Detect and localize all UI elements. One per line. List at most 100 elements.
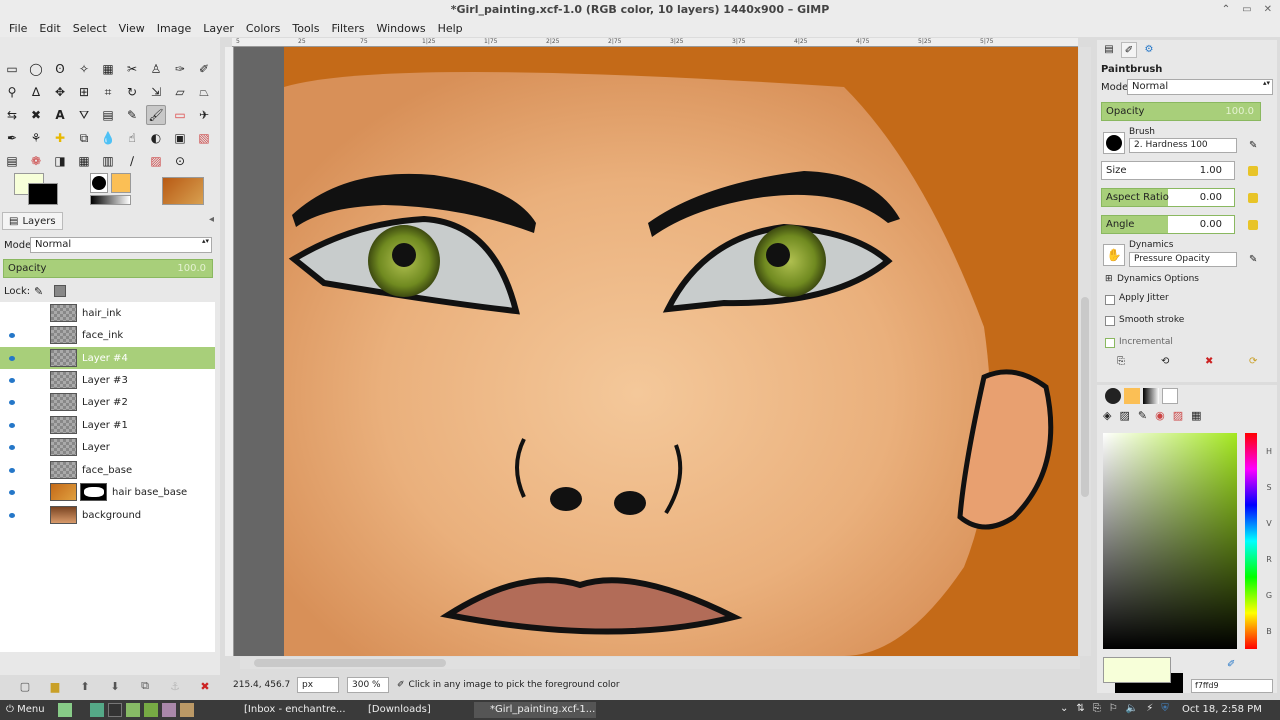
delete-layer-icon[interactable]: ✖ <box>190 680 220 693</box>
zoom-icon[interactable]: ⚲ <box>2 82 22 102</box>
launcher-2-icon[interactable] <box>144 703 158 717</box>
menu-tools[interactable]: Tools <box>287 20 324 37</box>
fuzzy-select-icon[interactable]: ✧ <box>74 59 94 79</box>
channel-v[interactable]: V <box>1263 519 1275 528</box>
cmyk-selector-icon[interactable]: ▨ <box>1119 409 1129 422</box>
color-dock-icon[interactable]: ▨ <box>146 151 166 171</box>
images-icon[interactable]: ▦ <box>74 151 94 171</box>
tray-power-icon[interactable]: ⚡ <box>1146 703 1153 714</box>
smudge-icon[interactable]: ☝ <box>122 128 142 148</box>
triangle-selector-icon[interactable]: ✎ <box>1138 409 1147 422</box>
patterns-tab-icon[interactable] <box>1124 388 1140 404</box>
layer-row-face-ink[interactable]: face_ink <box>0 324 215 346</box>
cage-icon[interactable]: ✖ <box>26 105 46 125</box>
background-color-swatch[interactable] <box>28 183 58 205</box>
terminal-icon[interactable] <box>108 703 122 717</box>
unit-select[interactable]: px <box>297 677 339 693</box>
image-canvas[interactable] <box>284 47 1078 656</box>
tray-update-icon[interactable]: ⎘ <box>1093 703 1101 714</box>
launcher-1-icon[interactable] <box>90 703 104 717</box>
channel-b[interactable]: B <box>1263 627 1275 636</box>
vertical-scroll-thumb[interactable] <box>1081 297 1089 497</box>
task-downloads[interactable]: [Downloads] <box>352 702 470 718</box>
size-reset-icon[interactable] <box>1248 166 1258 176</box>
horizontal-scrollbar[interactable] <box>240 657 1080 669</box>
show-desktop-icon[interactable] <box>58 703 72 717</box>
menu-filters[interactable]: Filters <box>326 20 369 37</box>
scale-icon[interactable]: ⇲ <box>146 82 166 102</box>
menu-select[interactable]: Select <box>68 20 112 37</box>
layer-row-layer[interactable]: Layer <box>0 436 215 458</box>
layer-mask-icon[interactable]: ▣ <box>170 128 190 148</box>
launcher-4-icon[interactable] <box>180 703 194 717</box>
perspective-clone-icon[interactable]: ⧉ <box>74 128 94 148</box>
layer-row-layer-3[interactable]: Layer #3 <box>0 369 215 391</box>
blend-icon[interactable]: ▤ <box>98 105 118 125</box>
menu-edit[interactable]: Edit <box>34 20 65 37</box>
channels-icon[interactable]: ▤ <box>2 151 22 171</box>
paint-mode-select[interactable]: Normal <box>1127 79 1273 95</box>
color-picker-icon[interactable]: ✐ <box>194 59 214 79</box>
new-layer-icon[interactable]: ▢ <box>10 680 40 693</box>
tray-notify-icon[interactable]: ⚐ <box>1109 703 1118 714</box>
fonts-icon[interactable]: ◨ <box>50 151 70 171</box>
airbrush-icon[interactable]: ✈ <box>194 105 214 125</box>
brush-swatch[interactable] <box>90 173 108 193</box>
visibility-eye-icon[interactable] <box>9 399 15 405</box>
minimize-button[interactable]: ⌃ <box>1222 0 1230 20</box>
tool-options-icon[interactable]: ▥ <box>98 151 118 171</box>
task-inbox[interactable]: [Inbox - enchantre... <box>228 702 350 718</box>
brush-preview[interactable] <box>1103 132 1125 154</box>
fg-bg-tab-icon[interactable] <box>1162 388 1178 404</box>
palette-foreground-swatch[interactable] <box>1103 657 1171 683</box>
tray-shield-icon[interactable]: ⛨ <box>1161 703 1169 714</box>
shear-icon[interactable]: ▱ <box>170 82 190 102</box>
blur-icon[interactable]: 💧 <box>98 128 118 148</box>
pattern-swatch[interactable] <box>111 173 131 193</box>
layer-mask-thumbnail[interactable] <box>80 483 107 501</box>
tray-volume-icon[interactable]: 🔈 <box>1126 703 1138 714</box>
visibility-eye-icon[interactable] <box>9 332 15 338</box>
clone-icon[interactable]: ⚘ <box>26 128 46 148</box>
menu-help[interactable]: Help <box>433 20 468 37</box>
menu-windows[interactable]: Windows <box>371 20 430 37</box>
foreground-select-icon[interactable]: ♙ <box>146 59 166 79</box>
layer-row-hair-ink[interactable]: hair_ink <box>0 302 215 324</box>
text-icon[interactable]: A <box>50 105 70 125</box>
patterns-icon[interactable]: ▧ <box>194 128 214 148</box>
visibility-eye-icon[interactable] <box>9 422 15 428</box>
visibility-eye-icon[interactable] <box>9 512 15 518</box>
angle-slider[interactable]: Angle 0.00 <box>1101 215 1235 234</box>
bucket-fill-icon[interactable]: ⛛ <box>74 105 94 125</box>
layers-tab[interactable]: ▤ Layers <box>2 212 63 230</box>
crop-icon[interactable]: ⌗ <box>98 82 118 102</box>
layer-opacity-slider[interactable]: Opacity 100.0 <box>3 259 213 278</box>
maximize-button[interactable]: ▭ <box>1242 0 1251 20</box>
heal-icon[interactable]: ✚ <box>50 128 70 148</box>
zoom-select[interactable]: 300 % <box>347 677 389 693</box>
tray-network-icon[interactable]: ⇅ <box>1076 703 1084 714</box>
brush-name-field[interactable]: 2. Hardness 100 <box>1129 138 1237 153</box>
canvas-area[interactable] <box>234 47 1078 656</box>
layer-row-background[interactable]: background <box>0 504 215 526</box>
rect-select-icon[interactable]: ▭ <box>2 59 22 79</box>
fg-bg-color-swatches[interactable] <box>14 173 62 207</box>
dynamics-field[interactable]: Pressure Opacity <box>1129 252 1237 267</box>
duplicate-layer-icon[interactable]: ⧉ <box>130 679 160 693</box>
menu-view[interactable]: View <box>114 20 150 37</box>
undo-history-icon[interactable]: ⚙ <box>1141 42 1157 58</box>
hex-color-field[interactable]: f7ffd9 <box>1191 679 1273 693</box>
gradients-tab-icon[interactable] <box>1143 388 1159 404</box>
hue-strip[interactable] <box>1245 433 1257 649</box>
wheel-selector-icon[interactable]: ◉ <box>1155 409 1165 422</box>
device-status-icon[interactable]: ▤ <box>1101 42 1117 58</box>
scales-selector-icon[interactable]: ▦ <box>1191 409 1201 422</box>
move-icon[interactable]: ✥ <box>50 82 70 102</box>
edit-dynamics-icon[interactable]: ✎ <box>1249 254 1257 265</box>
menu-file[interactable]: File <box>4 20 32 37</box>
paths-icon[interactable]: ✑ <box>170 59 190 79</box>
active-image-thumbnail[interactable] <box>162 177 204 205</box>
aspect-reset-icon[interactable] <box>1248 193 1258 203</box>
layer-row-layer-2[interactable]: Layer #2 <box>0 391 215 413</box>
restore-options-icon[interactable]: ⟲ <box>1161 356 1169 367</box>
